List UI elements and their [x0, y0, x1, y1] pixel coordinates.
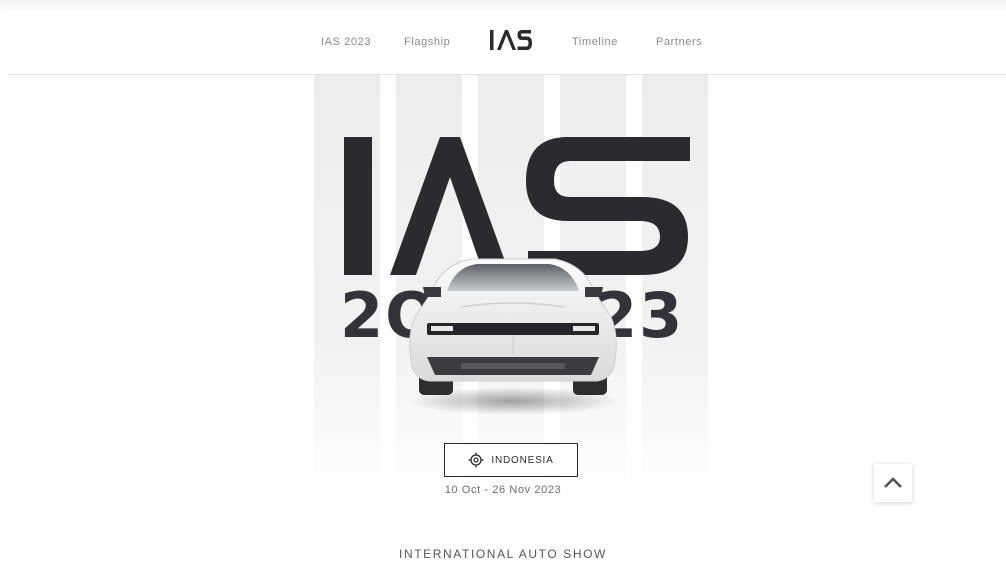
event-tagline: INTERNATIONAL AUTO SHOW [399, 547, 607, 561]
hero-section: 2O 23 INDONESIA 10 Oct - 26 Nov 2023 INT… [8, 75, 1006, 569]
location-label: INDONESIA [491, 454, 554, 466]
top-navbar: IAS 2023 Flagship Timeline Partners [8, 12, 1006, 75]
nav-link-flagship[interactable]: Flagship [404, 36, 450, 48]
location-button[interactable]: INDONESIA [444, 443, 578, 477]
car-image [408, 258, 618, 415]
event-dates: 10 Oct - 26 Nov 2023 [444, 484, 562, 496]
nav-link-ias-2023[interactable]: IAS 2023 [321, 36, 371, 48]
nav-link-timeline[interactable]: Timeline [572, 36, 618, 48]
crosshair-icon [468, 452, 484, 468]
scroll-to-top-button[interactable] [874, 464, 912, 502]
ias-logo[interactable] [488, 27, 534, 55]
chevron-up-icon [884, 477, 902, 488]
nav-link-partners[interactable]: Partners [656, 36, 702, 48]
page: IAS 2023 Flagship Timeline Partners 2O 2… [8, 12, 1006, 569]
